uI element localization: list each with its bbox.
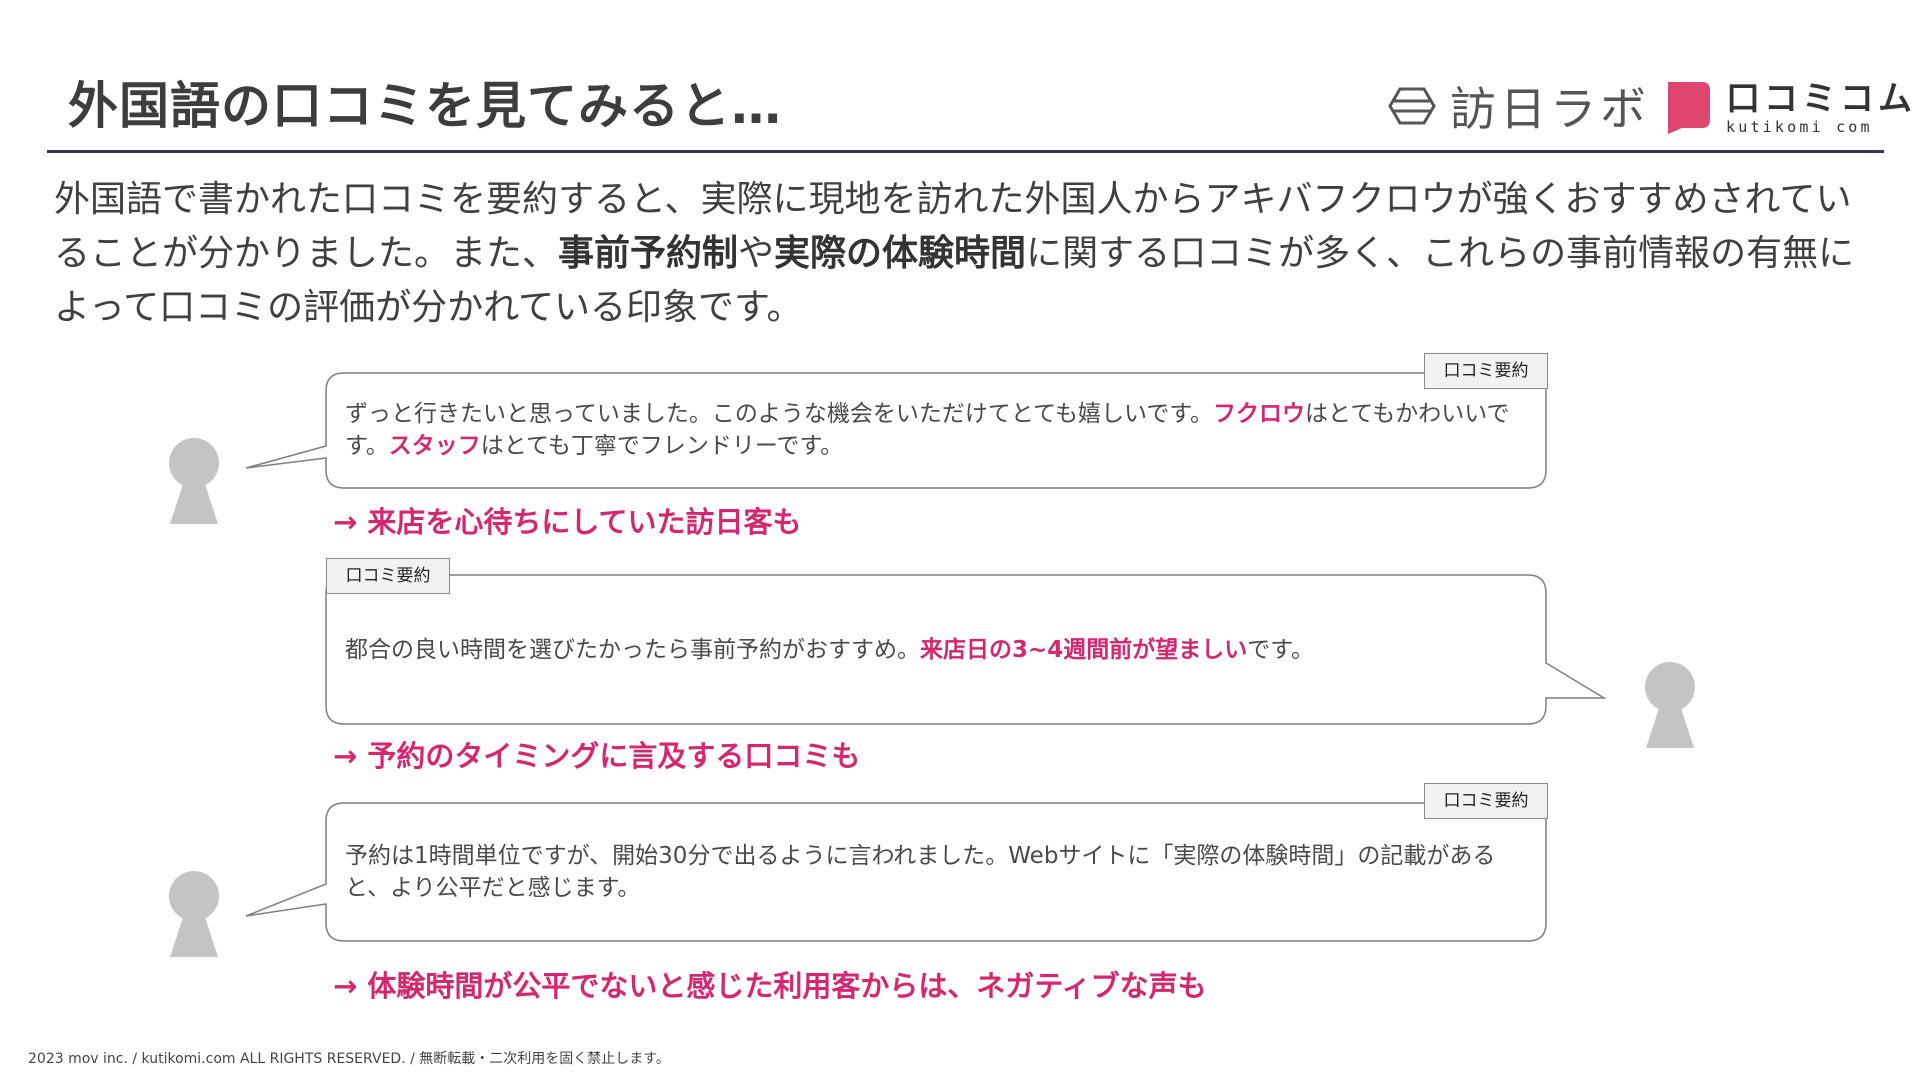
review-label-2: 口コミ要約 — [326, 558, 450, 594]
review-1-highlight-b: スタッフ — [388, 433, 481, 459]
person-icon — [1645, 662, 1695, 748]
review-1-text-a: ずっと行きたいと思っていました。このような機会をいただけてとても嬉しいです。 — [345, 401, 1214, 427]
review-label-3: 口コミ要約 — [1424, 783, 1548, 819]
person-icon — [169, 871, 219, 957]
conclusion-1: → 来店を心待ちにしていた訪日客も — [333, 505, 802, 539]
conclusion-3: → 体験時間が公平でないと感じた利用客からは、ネガティブな声も — [333, 969, 1207, 1003]
review-2-highlight-a: 来店日の3~4週間前が望ましい — [920, 637, 1248, 663]
review-text-2: 都合の良い時間を選びたかったら事前予約がおすすめ。来店日の3~4週間前が望ましい… — [345, 634, 1535, 666]
review-2-text-b: です。 — [1247, 637, 1314, 663]
review-1-highlight-a: フクロウ — [1213, 401, 1306, 427]
conclusion-2: → 予約のタイミングに言及する口コミも — [333, 739, 861, 773]
person-icon — [169, 438, 219, 524]
review-3-text-a: 予約は1時間単位ですが、開始30分で出るように言われました。Webサイトに「実際… — [345, 843, 1496, 901]
review-text-3: 予約は1時間単位ですが、開始30分で出るように言われました。Webサイトに「実際… — [345, 840, 1535, 904]
footer-copyright: 2023 mov inc. / kutikomi.com ALL RIGHTS … — [28, 1051, 670, 1067]
speech-bubbles-layer — [245, 372, 1607, 942]
review-text-1: ずっと行きたいと思っていました。このような機会をいただけてとても嬉しいです。フク… — [345, 398, 1535, 462]
review-label-1: 口コミ要約 — [1424, 353, 1548, 389]
review-1-text-c: はとても丁寧でフレンドリーです。 — [480, 433, 844, 459]
review-2-text-a: 都合の良い時間を選びたかったら事前予約がおすすめ。 — [345, 637, 920, 663]
